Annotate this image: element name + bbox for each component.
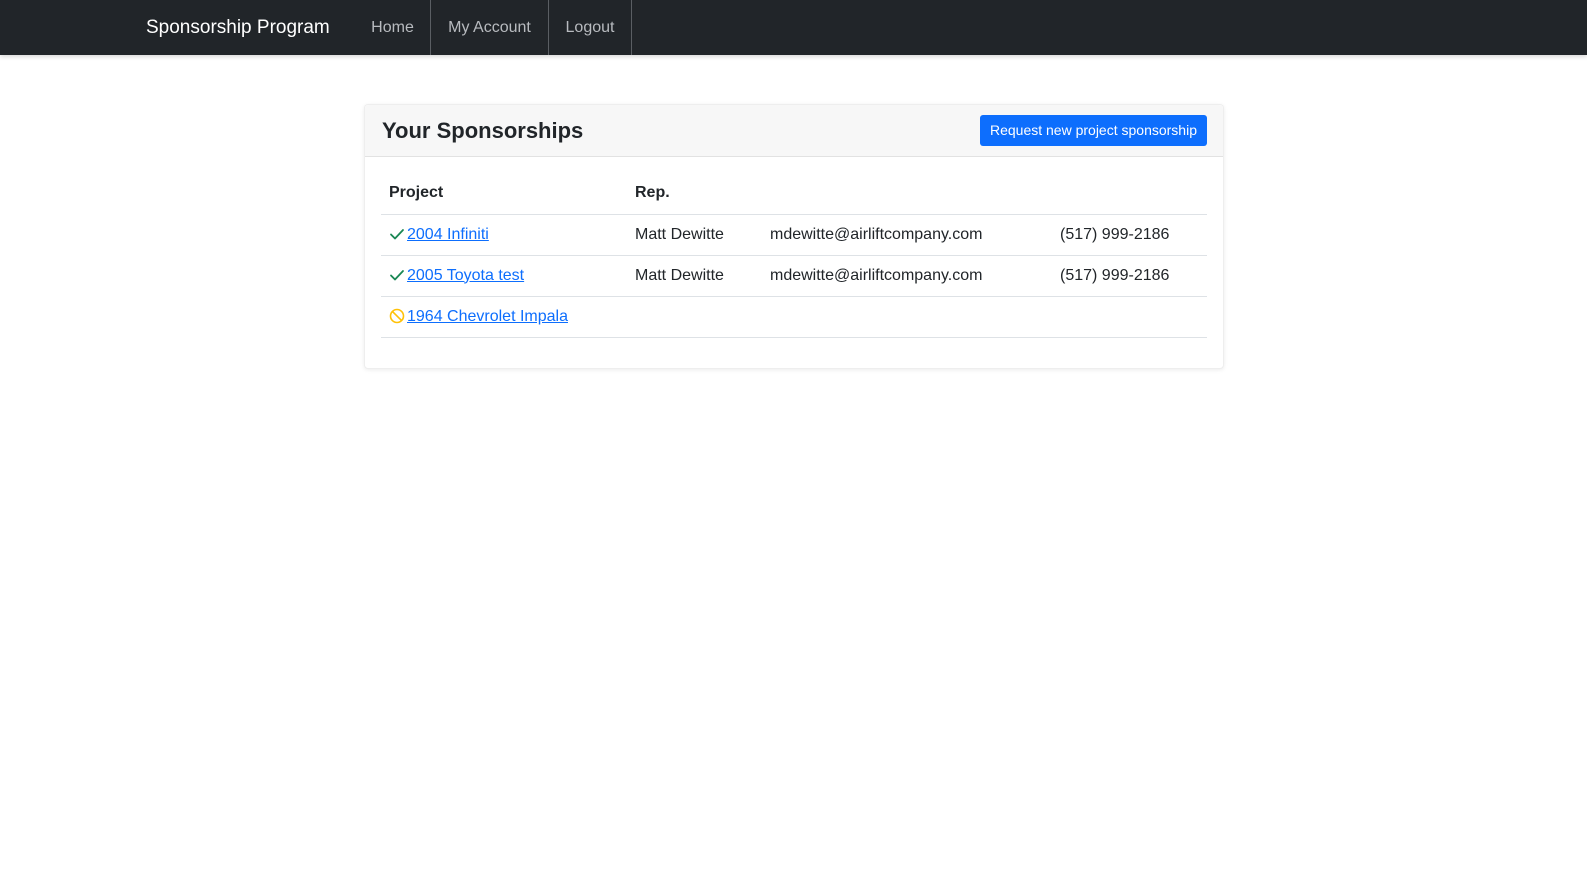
brand-link[interactable]: Sponsorship Program bbox=[146, 0, 330, 55]
project-cell: 1964 Chevrolet Impala bbox=[381, 295, 627, 338]
nav-home-link[interactable]: Home bbox=[355, 0, 430, 55]
rep-email-cell bbox=[762, 295, 1052, 338]
check-icon bbox=[389, 267, 405, 283]
top-navbar: Sponsorship Program Home My Account Logo… bbox=[0, 0, 1587, 55]
project-cell: 2005 Toyota test bbox=[381, 254, 627, 296]
table-row: 2004 Infiniti Matt Dewitte mdewitte@airl… bbox=[381, 213, 1207, 255]
rep-phone-cell bbox=[1052, 295, 1207, 338]
sponsorships-card: Your Sponsorships Request new project sp… bbox=[364, 104, 1224, 369]
rep-column-header: Rep. bbox=[627, 172, 762, 215]
rep-name-cell: Matt Dewitte bbox=[627, 213, 762, 255]
check-icon bbox=[389, 226, 405, 242]
table-row: 2005 Toyota test Matt Dewitte mdewitte@a… bbox=[381, 254, 1207, 296]
ban-icon bbox=[389, 308, 405, 324]
nav-my-account-link[interactable]: My Account bbox=[430, 0, 548, 55]
project-link[interactable]: 1964 Chevrolet Impala bbox=[407, 308, 568, 325]
sponsorships-table: Project Rep. 2004 Infiniti Matt Dewitte … bbox=[381, 172, 1207, 338]
card-header: Your Sponsorships Request new project sp… bbox=[365, 105, 1223, 157]
page-title: Your Sponsorships bbox=[382, 118, 584, 143]
request-sponsorship-button[interactable]: Request new project sponsorship bbox=[979, 115, 1207, 146]
project-link[interactable]: 2005 Toyota test bbox=[407, 267, 524, 284]
project-cell: 2004 Infiniti bbox=[381, 213, 627, 255]
project-link[interactable]: 2004 Infiniti bbox=[407, 226, 489, 243]
table-row: 1964 Chevrolet Impala bbox=[381, 295, 1207, 338]
table-header-row: Project Rep. bbox=[381, 172, 1207, 215]
rep-name-cell: Matt Dewitte bbox=[627, 254, 762, 296]
email-column-header bbox=[762, 172, 1052, 215]
phone-column-header bbox=[1052, 172, 1207, 215]
nav-logout-link[interactable]: Logout bbox=[548, 0, 632, 55]
rep-phone-cell: (517) 999-2186 bbox=[1052, 213, 1207, 255]
rep-phone-cell: (517) 999-2186 bbox=[1052, 254, 1207, 296]
rep-name-cell bbox=[627, 295, 762, 338]
rep-email-cell: mdewitte@airliftcompany.com bbox=[762, 213, 1052, 255]
project-column-header: Project bbox=[389, 183, 444, 201]
rep-email-cell: mdewitte@airliftcompany.com bbox=[762, 254, 1052, 296]
